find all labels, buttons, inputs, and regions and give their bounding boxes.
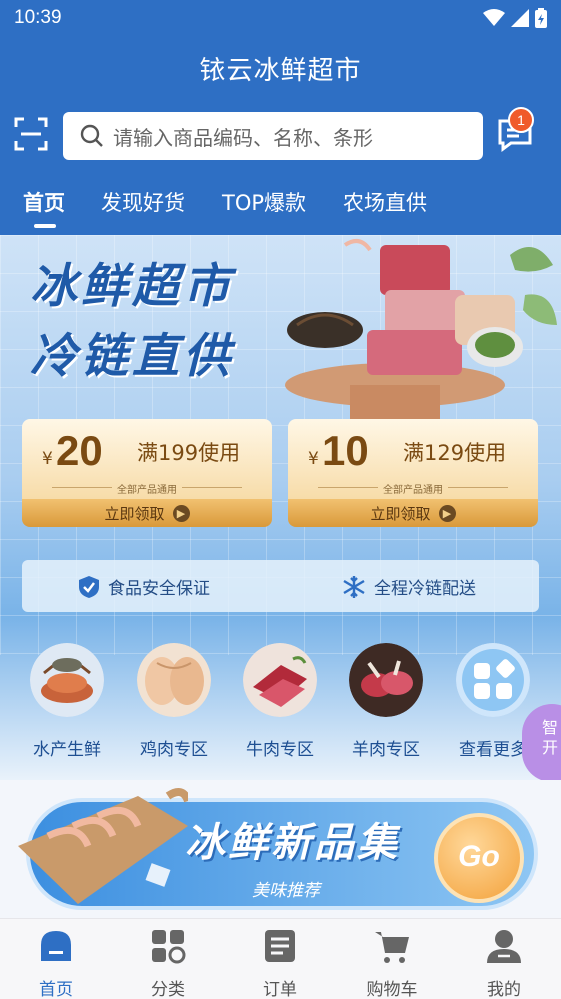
nav-label: 首页 (39, 980, 73, 999)
banner-headline-2: 冷链直供 (30, 329, 234, 384)
coupon-card-10[interactable]: ¥ 10 满129使用 全部产品通用 立即领取 ▶ (288, 419, 538, 529)
assurance-label: 全程冷链配送 (374, 579, 476, 599)
grid-more-icon (456, 643, 530, 717)
category-label: 牛肉专区 (246, 740, 314, 760)
nav-profile[interactable]: 我的 (448, 927, 560, 999)
message-badge: 1 (508, 107, 534, 133)
chicken-icon (137, 643, 211, 717)
category-label: 水产生鲜 (33, 740, 101, 760)
tab-top[interactable]: TOP爆款 (222, 187, 306, 217)
bottom-nav: 首页 分类 订单 购物车 我的 (0, 918, 561, 999)
app-title: 铱云冰鲜超市 (199, 56, 362, 86)
signal-icon (511, 9, 529, 27)
crab-icon (30, 643, 104, 717)
app-header: 10:39 铱云冰鲜超市 请输入商品编码、名称、条形 1 首页 发现好货 TOP… (0, 0, 561, 235)
tab-farm[interactable]: 农场直供 (343, 187, 427, 217)
home-icon (41, 931, 71, 961)
go-button[interactable]: Go (434, 813, 524, 903)
shrimp-board-illustration (18, 788, 188, 904)
coupon-condition: 满199使用 (137, 441, 241, 465)
coupon-scope: 全部产品通用 (117, 485, 177, 496)
shield-check-icon (79, 575, 99, 598)
float-text-1: 智 (542, 718, 559, 737)
assurance-food-safety: 食品安全保证 (78, 574, 210, 599)
nav-label: 分类 (151, 980, 185, 999)
coupon-currency: ¥ (42, 449, 53, 469)
coupon-currency: ¥ (308, 449, 319, 469)
coupon-amount: 10 (322, 427, 369, 474)
category-lamb[interactable]: 羊肉专区 (336, 643, 436, 760)
nav-home[interactable]: 首页 (0, 927, 112, 999)
coupon-card-20[interactable]: ¥ 20 满199使用 全部产品通用 立即领取 ▶ (22, 419, 272, 529)
status-time: 10:39 (14, 7, 62, 28)
fresh-meat-illustration (285, 239, 557, 425)
scan-button[interactable] (14, 117, 48, 151)
nav-label: 订单 (263, 980, 297, 999)
claim-label: 立即领取 (104, 504, 165, 523)
assurance-cold-chain: 全程冷链配送 (342, 574, 476, 599)
nav-category[interactable]: 分类 (112, 927, 224, 999)
status-icons (483, 8, 547, 28)
search-input[interactable]: 请输入商品编码、名称、条形 (63, 112, 483, 160)
banner-headline-1: 冰鲜超市 (30, 259, 234, 314)
scan-icon (14, 117, 48, 151)
hero-banner[interactable]: 冰鲜超市 冷链直供 ¥ 20 满199使用 全部产品通用 立即领取 ▶ ¥ 10… (0, 235, 561, 780)
wifi-icon (483, 9, 505, 26)
beef-icon (243, 643, 317, 717)
new-products-banner[interactable]: 冰鲜新品集 美味推荐 Go (0, 780, 561, 918)
status-bar: 10:39 (0, 0, 561, 36)
coupon-condition: 满129使用 (403, 441, 507, 465)
category-label: 鸡肉专区 (140, 740, 208, 760)
coupon-amount: 20 (56, 427, 103, 474)
active-tab-indicator (34, 224, 56, 228)
snowflake-icon (343, 575, 365, 598)
search-icon (80, 124, 103, 147)
lamb-icon (349, 643, 423, 717)
divider (448, 487, 508, 488)
promo-title: 冰鲜新品集 (185, 820, 400, 866)
coupon-scope: 全部产品通用 (383, 485, 443, 496)
nav-label: 我的 (487, 980, 521, 999)
divider (182, 487, 242, 488)
profile-icon (487, 930, 521, 963)
claim-coupon-button[interactable]: 立即领取 ▶ (288, 499, 538, 527)
nav-cart[interactable]: 购物车 (336, 927, 448, 999)
nav-label: 购物车 (366, 980, 418, 999)
coupon-body: ¥ 20 满199使用 全部产品通用 (22, 419, 272, 499)
chevron-right-icon: ▶ (172, 504, 190, 522)
float-text-2: 开 (542, 738, 559, 757)
floating-assistant-button[interactable]: 智 开 (522, 704, 561, 782)
battery-icon (535, 8, 547, 28)
category-chicken[interactable]: 鸡肉专区 (124, 643, 224, 760)
order-icon (265, 930, 295, 962)
coupon-body: ¥ 10 满129使用 全部产品通用 (288, 419, 538, 499)
tab-bar: 首页 发现好货 TOP爆款 农场直供 (0, 182, 561, 232)
chevron-right-icon: ▶ (438, 504, 456, 522)
nav-orders[interactable]: 订单 (224, 927, 336, 999)
category-icon (152, 930, 186, 964)
search-placeholder: 请输入商品编码、名称、条形 (113, 125, 373, 150)
cart-icon (375, 932, 409, 963)
promo-subtitle: 美味推荐 (252, 881, 320, 901)
category-beef[interactable]: 牛肉专区 (230, 643, 330, 760)
assurance-strip: 食品安全保证 全程冷链配送 (22, 560, 539, 612)
claim-label: 立即领取 (370, 504, 431, 523)
category-label: 羊肉专区 (352, 740, 420, 760)
tab-home[interactable]: 首页 (23, 187, 65, 217)
claim-coupon-button[interactable]: 立即领取 ▶ (22, 499, 272, 527)
tab-discover[interactable]: 发现好货 (101, 187, 185, 217)
category-seafood[interactable]: 水产生鲜 (17, 643, 117, 760)
assurance-label: 食品安全保证 (108, 579, 210, 599)
